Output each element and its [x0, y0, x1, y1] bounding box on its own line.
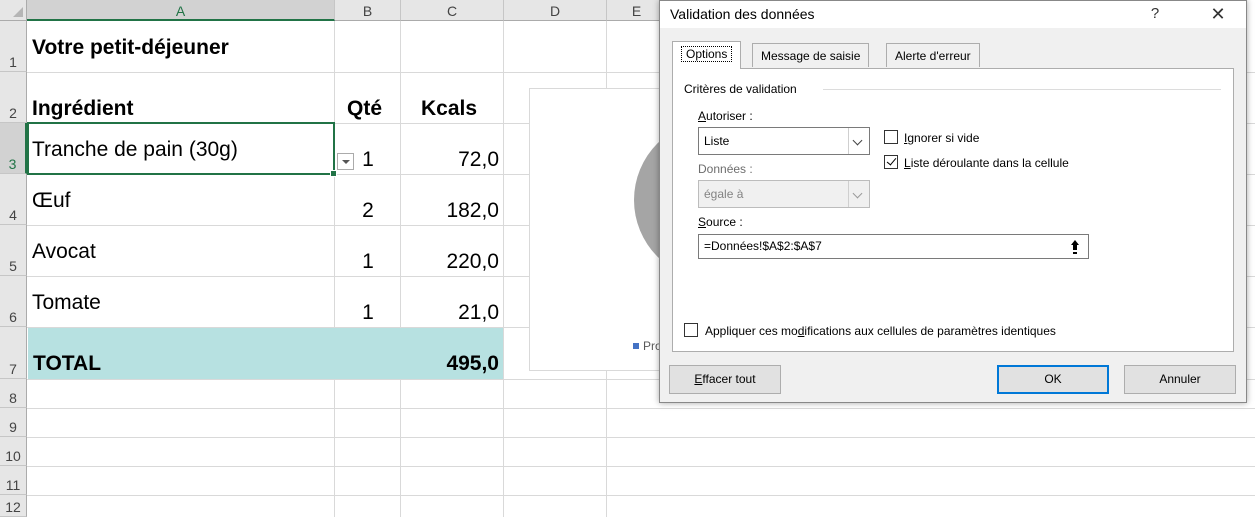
- row-header-7[interactable]: 7: [0, 327, 27, 379]
- source-label: Source :: [698, 215, 743, 229]
- clear-all-text: ffacer tout: [702, 372, 756, 386]
- validation-criteria-group-label: Critères de validation: [684, 82, 797, 96]
- dialog-titlebar[interactable]: Validation des données ? ✕: [660, 1, 1246, 28]
- cancel-button[interactable]: Annuler: [1124, 365, 1236, 394]
- cell-a6[interactable]: Tomate: [32, 291, 101, 315]
- chevron-down-icon[interactable]: [848, 128, 869, 154]
- allow-label-accel: A: [698, 109, 707, 123]
- apply-all-text-post: ifications aux cellules de paramètres id…: [804, 324, 1056, 338]
- cell-a2-header[interactable]: Ingrédient: [32, 97, 134, 121]
- row-header-4[interactable]: 4: [0, 174, 27, 225]
- cell-c6[interactable]: 21,0: [401, 301, 499, 325]
- data-operator-select[interactable]: égale à: [698, 180, 870, 208]
- cell-c5[interactable]: 220,0: [401, 250, 499, 274]
- tab-options-label: Options: [681, 46, 733, 62]
- column-header-c[interactable]: C: [401, 0, 504, 21]
- row-header-12[interactable]: 12: [0, 495, 27, 517]
- cell-b2-header[interactable]: Qté: [347, 97, 382, 121]
- allow-label: Autoriser :: [698, 109, 753, 123]
- cell-a5[interactable]: Avocat: [32, 240, 96, 264]
- apply-all-label[interactable]: Appliquer ces modifications aux cellules…: [705, 324, 1056, 338]
- apply-all-checkbox[interactable]: [684, 323, 698, 337]
- in-cell-dropdown-label[interactable]: Liste déroulante dans la cellule: [904, 156, 1069, 170]
- row-header-10[interactable]: 10: [0, 437, 27, 466]
- ok-button[interactable]: OK: [997, 365, 1109, 394]
- row-header-1[interactable]: 1: [0, 21, 27, 72]
- collapse-dialog-icon[interactable]: [1065, 236, 1086, 257]
- row-header-9[interactable]: 9: [0, 408, 27, 437]
- in-cell-dropdown-text: iste déroulante dans la cellule: [910, 156, 1069, 170]
- cell-c7-total-value[interactable]: 495,0: [401, 352, 499, 376]
- gridline: [503, 21, 504, 517]
- clear-all-button[interactable]: Effacer tout: [669, 365, 781, 394]
- cell-b4[interactable]: 2: [335, 199, 401, 223]
- data-validation-dialog[interactable]: Validation des données ? ✕ Options Messa…: [659, 0, 1247, 403]
- apply-all-text-pre: Appliquer ces mo: [705, 324, 798, 338]
- dialog-title: Validation des données: [670, 6, 815, 22]
- active-cell-selection: [27, 122, 337, 177]
- cell-c3[interactable]: 72,0: [401, 148, 499, 172]
- chevron-down-icon[interactable]: [848, 181, 869, 207]
- cell-b6[interactable]: 1: [335, 301, 401, 325]
- cell-a7-total-label[interactable]: TOTAL: [33, 352, 101, 376]
- in-cell-dropdown-checkbox[interactable]: [884, 155, 898, 169]
- options-panel: Critères de validation Autoriser : Liste…: [672, 68, 1234, 352]
- cell-c2-header[interactable]: Kcals: [421, 97, 477, 121]
- in-cell-dropdown-accel: L: [904, 156, 911, 170]
- cell-dropdown-arrow-icon[interactable]: [337, 153, 354, 170]
- allow-select-value: Liste: [704, 134, 730, 148]
- help-button[interactable]: ?: [1140, 3, 1170, 25]
- source-label-accel: S: [698, 215, 707, 229]
- row-header-11[interactable]: 11: [0, 466, 27, 495]
- ignore-blank-label[interactable]: Ignorer si vide: [904, 131, 979, 145]
- tab-options[interactable]: Options: [672, 41, 742, 69]
- allow-select[interactable]: Liste: [698, 127, 870, 155]
- ignore-blank-text: gnorer si vide: [907, 131, 980, 145]
- gridline: [27, 495, 1255, 496]
- tab-input-message[interactable]: Message de saisie: [752, 43, 870, 67]
- cell-a4[interactable]: Œuf: [32, 189, 71, 213]
- row-header-5[interactable]: 5: [0, 225, 27, 276]
- close-icon[interactable]: ✕: [1200, 3, 1236, 25]
- row-header-2[interactable]: 2: [0, 72, 27, 123]
- tab-error-alert[interactable]: Alerte d'erreur: [886, 43, 980, 67]
- column-header-b[interactable]: B: [335, 0, 401, 21]
- data-label: Données :: [698, 162, 753, 176]
- gridline: [27, 437, 1255, 438]
- source-label-text: ource :: [706, 215, 743, 229]
- data-operator-value: égale à: [704, 187, 744, 201]
- row-header-3[interactable]: 3: [0, 123, 27, 174]
- select-all-corner[interactable]: [0, 0, 27, 21]
- cell-c4[interactable]: 182,0: [401, 199, 499, 223]
- ignore-blank-checkbox[interactable]: [884, 130, 898, 144]
- cell-a1-title[interactable]: Votre petit-déjeuner: [32, 36, 229, 60]
- column-header-d[interactable]: D: [504, 0, 607, 21]
- row-header-8[interactable]: 8: [0, 379, 27, 408]
- allow-label-text: utoriser :: [706, 109, 753, 123]
- source-input[interactable]: =Données!$A$2:$A$7: [698, 234, 1089, 259]
- gridline: [27, 466, 1255, 467]
- cell-b5[interactable]: 1: [335, 250, 401, 274]
- row-header-6[interactable]: 6: [0, 276, 27, 327]
- gridline: [27, 408, 1255, 409]
- group-divider: [823, 89, 1221, 90]
- legend-color-key: [633, 343, 639, 349]
- column-header-a[interactable]: A: [27, 0, 335, 21]
- column-header-e[interactable]: E: [607, 0, 667, 21]
